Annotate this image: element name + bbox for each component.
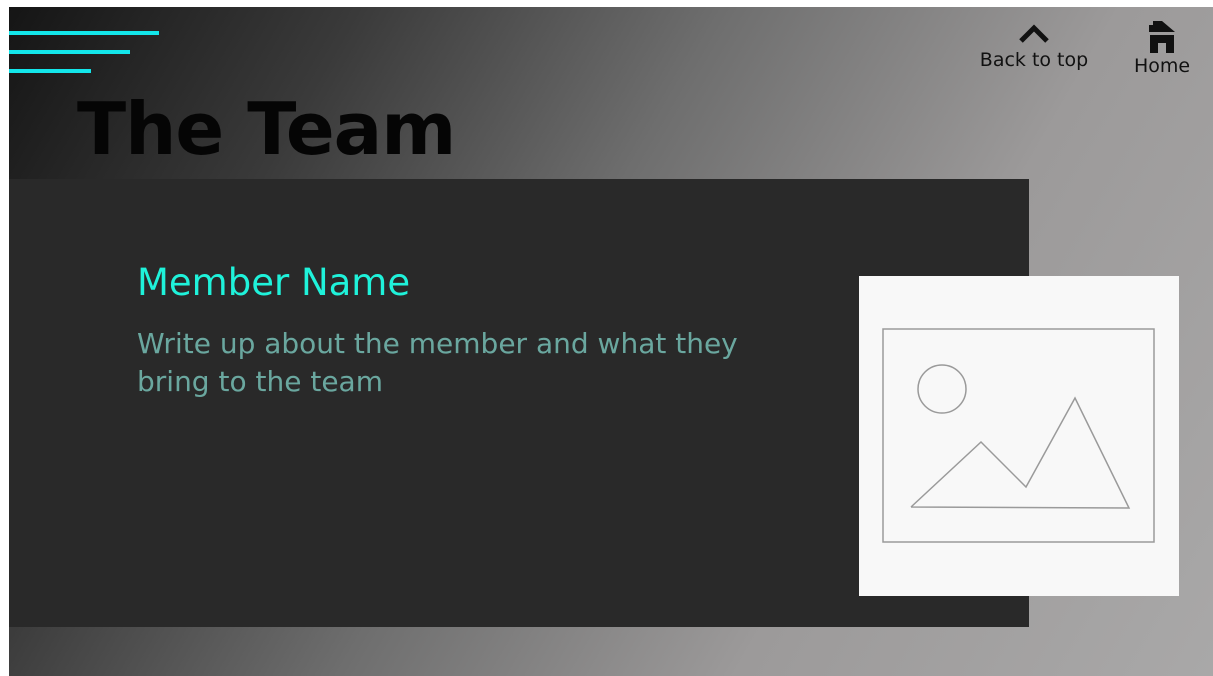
chevron-up-icon	[1019, 24, 1049, 43]
back-to-top-label: Back to top	[979, 49, 1089, 71]
image-placeholder-icon	[882, 328, 1155, 543]
member-photo	[859, 276, 1179, 596]
member-description: Write up about the member and what they …	[137, 327, 738, 398]
menu-bar-bottom	[9, 69, 91, 73]
menu-bar-top	[9, 31, 159, 35]
page-title: The Team	[77, 87, 456, 171]
home-link[interactable]: Home	[1122, 19, 1202, 77]
member-name: Member Name	[137, 261, 411, 304]
hamburger-menu-icon[interactable]	[9, 31, 161, 77]
back-to-top-link[interactable]: Back to top	[969, 19, 1099, 71]
page-background: The Team Back to top Home Member Name Wr…	[9, 7, 1213, 676]
home-label: Home	[1133, 55, 1191, 77]
menu-bar-middle	[9, 50, 130, 54]
home-icon	[1149, 21, 1175, 53]
